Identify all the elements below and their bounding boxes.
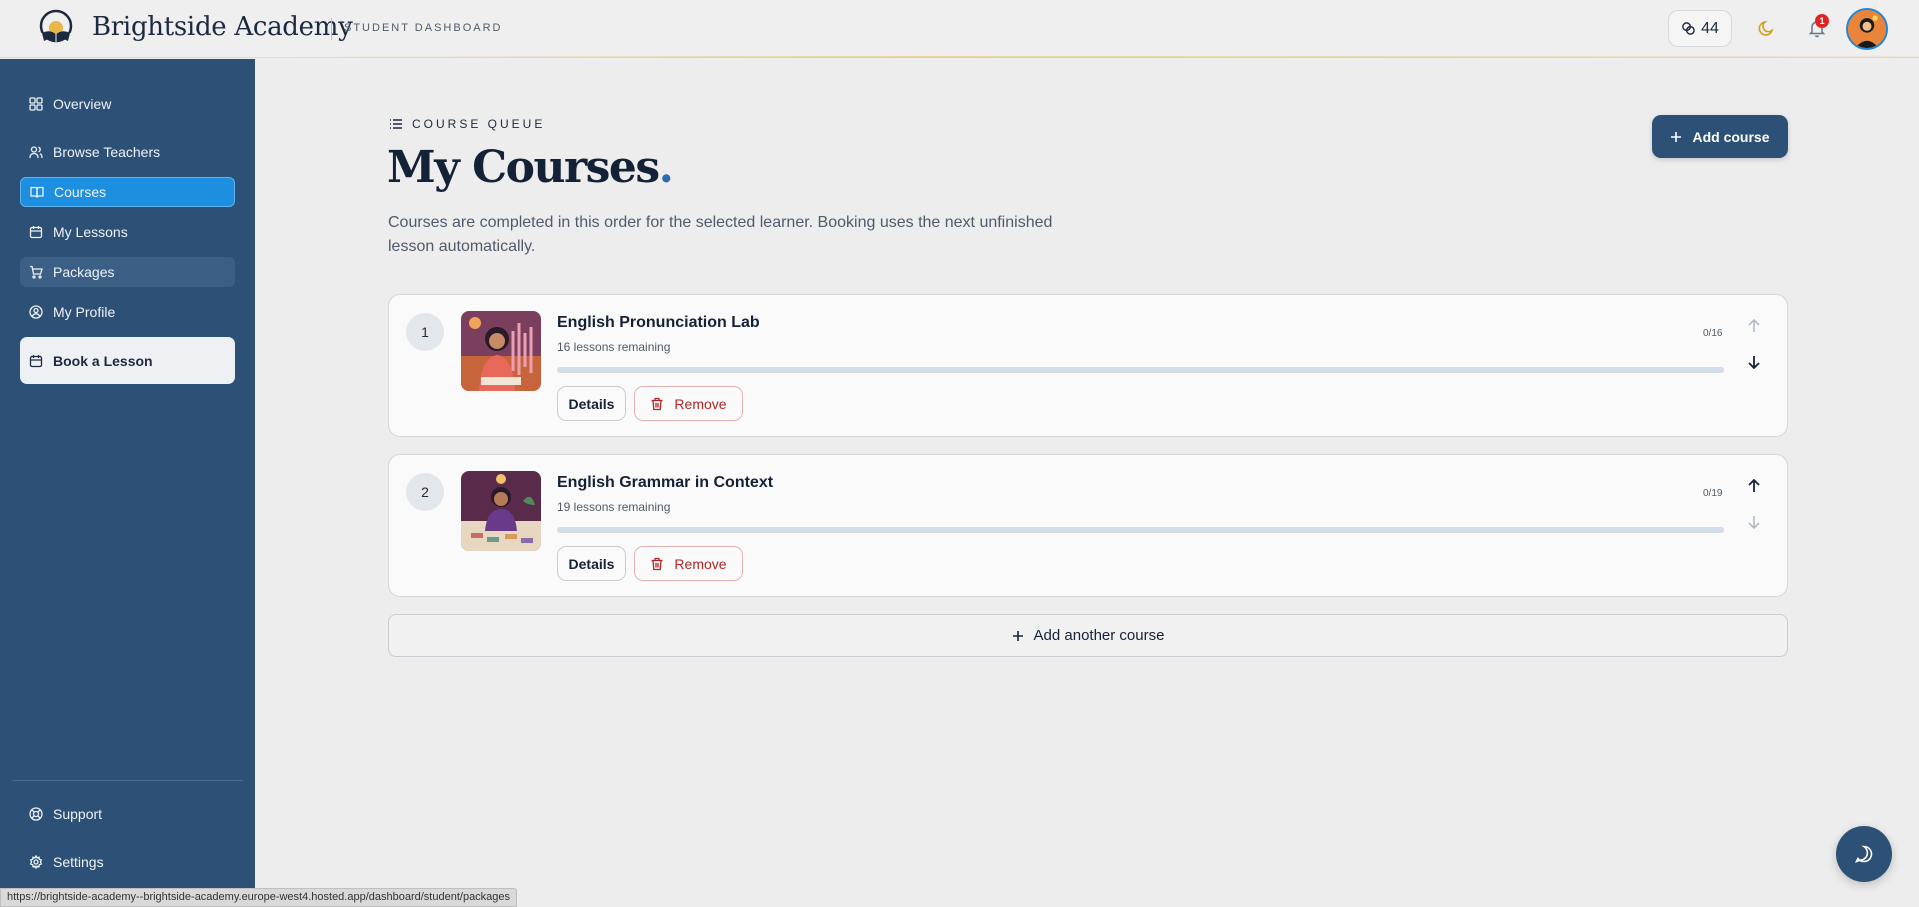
sidebar-item-overview[interactable]: Overview xyxy=(20,89,235,119)
course-position: 2 xyxy=(406,473,444,511)
book-open-icon xyxy=(30,186,44,198)
sidebar-item-support[interactable]: Support xyxy=(20,799,235,829)
user-avatar[interactable] xyxy=(1846,8,1888,50)
status-bar-url: https://brightside-academy--brightside-a… xyxy=(0,888,518,907)
page-title: My Courses. xyxy=(387,142,674,193)
sidebar-item-my-profile[interactable]: My Profile xyxy=(20,297,235,327)
section-eyebrow: COURSE QUEUE xyxy=(389,117,545,131)
course-progress-bar xyxy=(557,367,1724,373)
remove-label: Remove xyxy=(674,395,727,412)
add-another-label: Add another course xyxy=(1033,627,1165,644)
calendar-icon xyxy=(29,226,43,239)
add-another-course-button[interactable]: Add another course xyxy=(388,614,1788,657)
book-lesson-button[interactable]: Book a Lesson xyxy=(20,337,235,384)
course-progress-bar xyxy=(557,527,1724,533)
sidebar-item-label: Browse Teachers xyxy=(53,144,161,160)
chat-button[interactable] xyxy=(1836,826,1892,882)
brand-name[interactable]: Brightside Academy xyxy=(92,12,353,42)
eyebrow-label: COURSE QUEUE xyxy=(412,117,546,131)
sidebar-item-label: Support xyxy=(53,806,103,822)
top-header: Brightside Academy STUDENT DASHBOARD 44 … xyxy=(0,0,1919,58)
sidebar-item-label: My Profile xyxy=(53,304,116,320)
brand-logo[interactable] xyxy=(36,9,76,47)
credits-button[interactable]: 44 xyxy=(1668,10,1732,47)
move-down-icon[interactable] xyxy=(1746,354,1762,370)
book-lesson-label: Book a Lesson xyxy=(53,352,153,369)
remove-button[interactable]: Remove xyxy=(634,386,743,421)
list-icon xyxy=(390,119,402,129)
course-thumbnail[interactable] xyxy=(461,471,541,551)
sidebar-item-label: Settings xyxy=(53,854,104,870)
trash-icon xyxy=(651,397,663,410)
sidebar-item-label: My Lessons xyxy=(53,224,128,240)
move-up-icon[interactable] xyxy=(1746,478,1762,494)
cart-icon xyxy=(30,265,43,279)
plus-icon xyxy=(1671,131,1682,142)
moon-icon[interactable] xyxy=(1757,18,1777,38)
sidebar-item-packages[interactable]: Packages xyxy=(20,257,235,287)
coins-icon xyxy=(1682,22,1695,35)
course-thumbnail[interactable] xyxy=(461,311,541,391)
calendar-icon xyxy=(29,354,43,367)
sidebar: Overview Browse Teachers Courses My Less… xyxy=(0,59,255,907)
lifebuoy-icon xyxy=(29,807,43,821)
details-button[interactable]: Details xyxy=(557,386,626,421)
brand-subtitle: STUDENT DASHBOARD xyxy=(344,22,503,34)
move-down-icon[interactable] xyxy=(1746,514,1762,530)
course-title: English Grammar in Context xyxy=(557,474,774,491)
sidebar-item-label: Packages xyxy=(53,264,115,280)
course-title: English Pronunciation Lab xyxy=(557,314,760,331)
course-remaining: 16 lessons remaining xyxy=(557,340,671,354)
page-title-text: My Courses xyxy=(387,142,660,193)
plus-icon xyxy=(1012,630,1023,641)
remove-label: Remove xyxy=(674,555,727,572)
sidebar-item-courses[interactable]: Courses xyxy=(20,177,235,207)
credits-count: 44 xyxy=(1701,19,1719,37)
sidebar-item-label: Overview xyxy=(53,96,112,112)
sidebar-item-label: Courses xyxy=(54,184,107,200)
chat-bubble-icon xyxy=(1854,845,1873,863)
brand-divider xyxy=(331,18,332,40)
add-course-button[interactable]: Add course xyxy=(1652,115,1788,158)
course-position: 1 xyxy=(406,313,444,351)
course-progress-count: 0/19 xyxy=(1703,488,1723,499)
sidebar-divider xyxy=(12,780,243,781)
user-circle-icon xyxy=(29,305,43,319)
users-icon xyxy=(29,146,43,159)
page-description: Courses are completed in this order for … xyxy=(388,214,1053,255)
course-remaining: 19 lessons remaining xyxy=(557,500,671,514)
trash-icon xyxy=(651,557,663,570)
grid-icon xyxy=(29,97,43,111)
move-up-icon[interactable] xyxy=(1746,318,1762,334)
notification-badge: 1 xyxy=(1815,14,1829,28)
add-course-label: Add course xyxy=(1692,128,1770,145)
remove-button[interactable]: Remove xyxy=(634,546,743,581)
course-card: 1 English Pronunciation Lab 16 lessons r… xyxy=(388,294,1788,437)
sidebar-item-settings[interactable]: Settings xyxy=(20,847,235,877)
course-progress-count: 0/16 xyxy=(1703,328,1723,339)
details-button[interactable]: Details xyxy=(557,546,626,581)
sidebar-item-my-lessons[interactable]: My Lessons xyxy=(20,217,235,247)
course-card: 2 English Grammar in Context 19 lessons … xyxy=(388,454,1788,597)
sidebar-item-browse-teachers[interactable]: Browse Teachers xyxy=(20,137,235,167)
gear-icon xyxy=(29,855,43,869)
page-title-dot: . xyxy=(658,142,674,193)
